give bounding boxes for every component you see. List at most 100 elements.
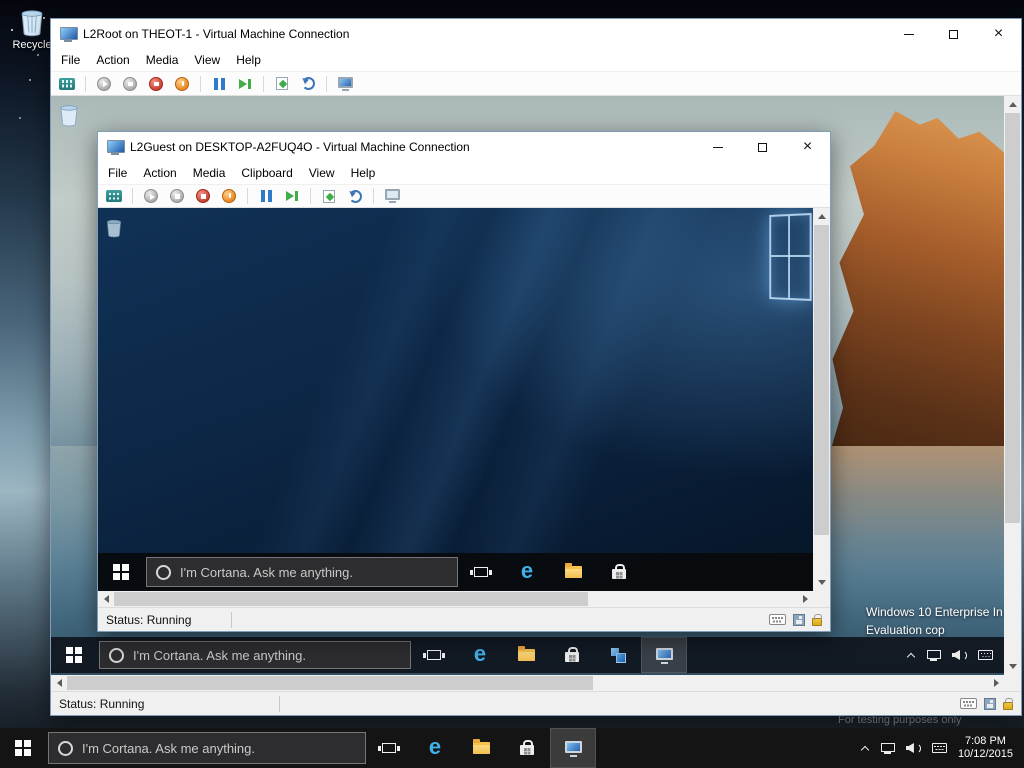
network-icon[interactable] [927, 650, 941, 661]
scrollbar-thumb[interactable] [1005, 113, 1020, 523]
l2guest-reset-button[interactable] [283, 187, 301, 205]
l2guest-file-explorer-button[interactable] [550, 553, 596, 591]
l2guest-edge-button[interactable]: e [504, 553, 550, 591]
turn-off-icon [123, 77, 137, 91]
l2root-horizontal-scrollbar[interactable] [51, 675, 1004, 691]
l2guest-horizontal-scrollbar[interactable] [98, 591, 813, 607]
l2root-checkpoint-button[interactable] [273, 75, 291, 93]
l2root-menu-action[interactable]: Action [88, 53, 137, 67]
l2guest-menu-view[interactable]: View [301, 166, 343, 180]
l2guest-shut-down-button[interactable] [194, 187, 212, 205]
hidden-icons-chevron[interactable] [861, 744, 870, 753]
taskbar-clock[interactable]: 7:08 PM 10/12/2015 [958, 735, 1013, 761]
l2root-hyperv-manager-button[interactable] [595, 637, 641, 673]
l2guest-menu-help[interactable]: Help [343, 166, 384, 180]
l2root-minimize-button[interactable] [886, 19, 931, 49]
l2guest-task-view-button[interactable] [458, 553, 504, 591]
volume-icon[interactable] [952, 649, 967, 661]
l2guest-vm-display[interactable]: I'm Cortana. Ask me anything. e [98, 208, 813, 591]
l2root-ctrl-alt-del-button[interactable] [58, 75, 76, 93]
l2root-reset-button[interactable] [236, 75, 254, 93]
l2root-cortana-search-box[interactable]: I'm Cortana. Ask me anything. [99, 641, 411, 669]
l2guest-minimize-button[interactable] [695, 132, 740, 162]
l2guest-save-vm-button[interactable] [220, 187, 238, 205]
volume-icon[interactable] [906, 742, 921, 754]
l2root-save-vm-button[interactable] [173, 75, 191, 93]
host-store-button[interactable] [504, 728, 550, 768]
l2guest-menu-clipboard[interactable]: Clipboard [233, 166, 300, 180]
touch-keyboard-icon[interactable] [978, 650, 993, 660]
l2root-maximize-button[interactable] [931, 19, 976, 49]
enhanced-session-icon [338, 77, 353, 88]
l2root-task-view-button[interactable] [411, 637, 457, 673]
l2root-titlebar[interactable]: L2Root on THEOT-1 - Virtual Machine Conn… [51, 19, 1021, 49]
l2root-pause-button[interactable] [210, 75, 228, 93]
l2guest-checkpoint-button[interactable] [320, 187, 338, 205]
l2guest-recycle-bin[interactable] [104, 216, 124, 243]
l2root-menu-file[interactable]: File [53, 53, 88, 67]
scroll-down-button[interactable] [1004, 658, 1021, 675]
l2root-vertical-scrollbar[interactable] [1004, 96, 1021, 675]
scroll-right-button[interactable] [988, 675, 1004, 691]
l2root-vm-display[interactable]: Windows 10 Enterprise In Evaluation cop … [51, 96, 1004, 675]
host-cortana-search-box[interactable]: I'm Cortana. Ask me anything. [48, 732, 366, 764]
l2guest-ctrl-alt-del-button[interactable] [105, 187, 123, 205]
l2guest-titlebar[interactable]: L2Guest on DESKTOP-A2FUQ4O - Virtual Mac… [98, 132, 830, 162]
host-edge-button[interactable]: e [412, 728, 458, 768]
l2guest-start-button[interactable] [98, 553, 144, 591]
l2guest-maximize-button[interactable] [740, 132, 785, 162]
scrollbar-thumb[interactable] [114, 592, 588, 606]
l2guest-vertical-scrollbar[interactable] [813, 208, 830, 591]
store-icon [565, 652, 579, 662]
l2guest-menu-media[interactable]: Media [185, 166, 234, 180]
scrollbar-thumb[interactable] [67, 676, 593, 690]
ctrl-alt-del-icon [106, 190, 122, 202]
scroll-left-button[interactable] [98, 591, 114, 607]
l2root-shut-down-button[interactable] [147, 75, 165, 93]
l2root-vmconnect-button[interactable] [641, 637, 687, 673]
l2root-close-button[interactable]: × [976, 19, 1021, 49]
scroll-down-button[interactable] [813, 574, 830, 591]
host-vmconnect-button[interactable] [550, 728, 596, 768]
l2root-start-vm-button[interactable] [95, 75, 113, 93]
l2root-menu-view[interactable]: View [186, 53, 228, 67]
host-file-explorer-button[interactable] [458, 728, 504, 768]
l2root-menu-help[interactable]: Help [228, 53, 269, 67]
hidden-icons-chevron[interactable] [907, 651, 916, 660]
vm-connection-icon [107, 140, 123, 155]
l2root-menu-media[interactable]: Media [138, 53, 187, 67]
scroll-up-button[interactable] [1004, 96, 1021, 113]
l2root-file-explorer-button[interactable] [503, 637, 549, 673]
l2guest-menu-file[interactable]: File [100, 166, 135, 180]
l2root-turn-off-button[interactable] [121, 75, 139, 93]
host-start-button[interactable] [0, 728, 46, 768]
l2root-system-tray [896, 637, 1004, 673]
l2guest-menu-action[interactable]: Action [135, 166, 184, 180]
touch-keyboard-icon[interactable] [932, 743, 947, 753]
scrollbar-thumb[interactable] [814, 225, 829, 535]
l2root-edge-button[interactable]: e [457, 637, 503, 673]
l2root-store-button[interactable] [549, 637, 595, 673]
hyperv-manager-icon [610, 648, 626, 662]
l2guest-store-button[interactable] [596, 553, 642, 591]
l2root-guest-taskbar: I'm Cortana. Ask me anything. e [51, 637, 1004, 673]
network-icon[interactable] [881, 743, 895, 754]
revert-icon [349, 190, 362, 203]
l2guest-pause-button[interactable] [257, 187, 275, 205]
scroll-right-button[interactable] [797, 591, 813, 607]
l2root-recycle-bin[interactable] [57, 101, 81, 132]
l2guest-close-button[interactable]: × [785, 132, 830, 162]
l2guest-revert-button[interactable] [346, 187, 364, 205]
scroll-up-button[interactable] [813, 208, 830, 225]
l2root-start-button[interactable] [51, 637, 97, 673]
l2guest-start-vm-button[interactable] [142, 187, 160, 205]
l2root-revert-button[interactable] [299, 75, 317, 93]
l2guest-turn-off-button[interactable] [168, 187, 186, 205]
maximize-icon [949, 30, 958, 39]
l2guest-enhanced-session-button[interactable] [383, 187, 401, 205]
l2guest-cortana-search-box[interactable]: I'm Cortana. Ask me anything. [146, 557, 458, 587]
l2root-enhanced-session-button[interactable] [336, 75, 354, 93]
toolbar-separator [132, 188, 133, 204]
host-task-view-button[interactable] [366, 728, 412, 768]
scroll-left-button[interactable] [51, 675, 67, 691]
